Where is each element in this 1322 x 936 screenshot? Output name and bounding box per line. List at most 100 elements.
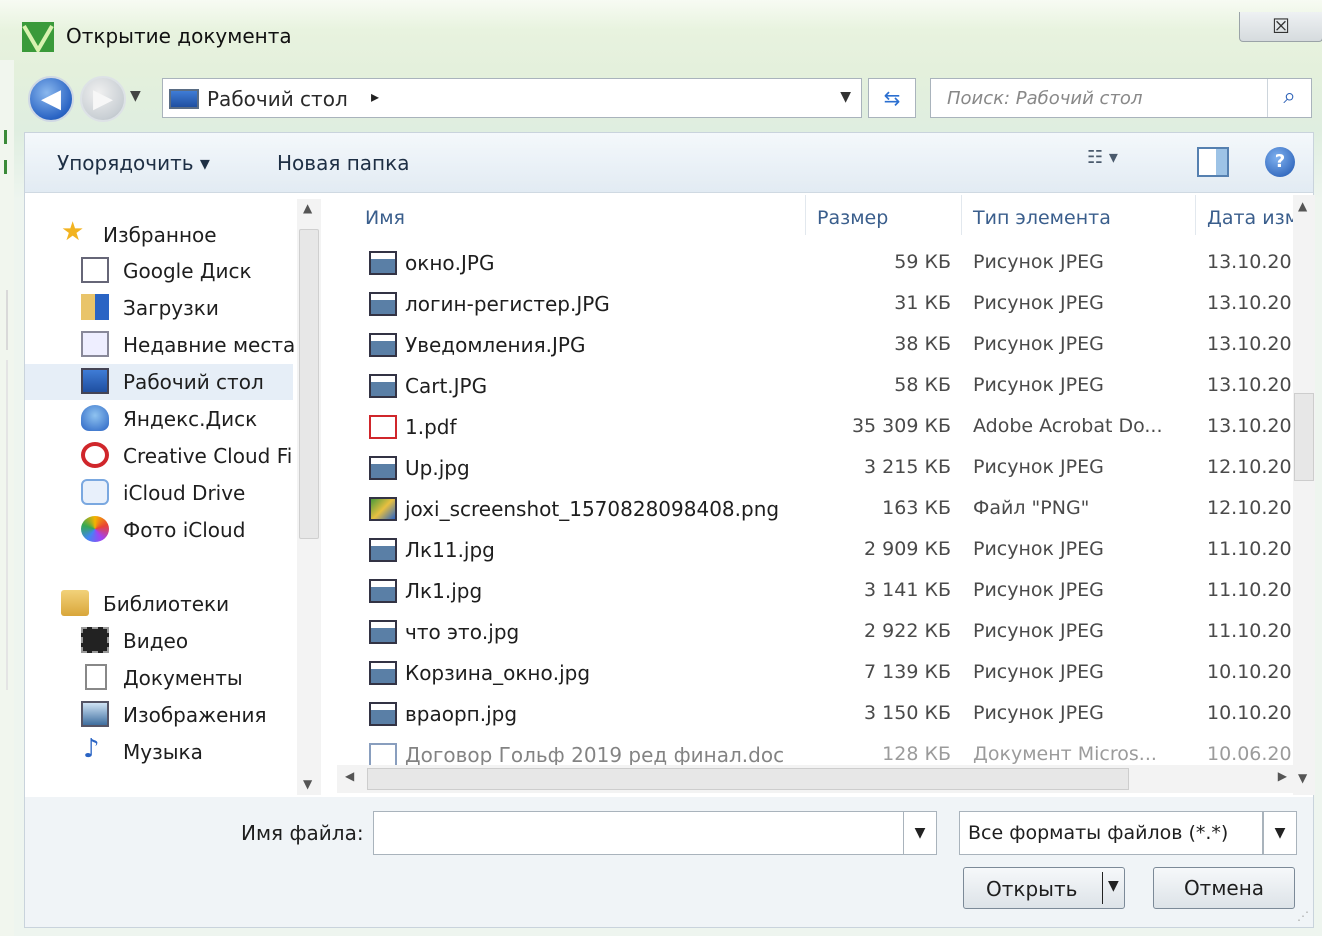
help-icon[interactable]: ? <box>1265 147 1295 177</box>
sidebar-item-downloads[interactable]: Загрузки <box>25 290 293 326</box>
file-size: 35 309 КБ <box>851 415 951 437</box>
sidebar-item-label: Видео <box>123 629 189 653</box>
documents-icon <box>85 664 107 690</box>
refresh-icon: ⇆ <box>883 86 901 110</box>
sidebar-item-google-drive[interactable]: Google Диск <box>25 253 293 289</box>
search-box[interactable]: Поиск: Рабочий стол ⌕ <box>930 78 1312 118</box>
new-folder-button[interactable]: Новая папка <box>277 151 409 175</box>
sidebar-item-documents[interactable]: Документы <box>25 660 293 696</box>
file-row[interactable]: что это.jpg 2 922 КБ Рисунок JPEG 11.10.20 <box>357 612 1313 653</box>
column-divider[interactable] <box>805 195 806 235</box>
file-row[interactable]: Уведомления.JPG 38 КБ Рисунок JPEG 13.10.20 <box>357 325 1313 366</box>
sidebar-item-label: Библиотеки <box>103 592 230 616</box>
scroll-right-icon[interactable]: ▶ <box>1278 769 1287 783</box>
refresh-button[interactable]: ⇆ <box>868 78 916 118</box>
open-options-chevron-icon[interactable]: ▼ <box>1108 878 1119 894</box>
file-name: Cart.JPG <box>405 374 488 398</box>
scrollbar-thumb[interactable] <box>367 768 1129 790</box>
file-row[interactable]: враорп.jpg 3 150 КБ Рисунок JPEG 10.10.20 <box>357 694 1313 735</box>
sidebar-item-label: Загрузки <box>123 296 219 320</box>
file-type: Рисунок JPEG <box>973 620 1104 642</box>
scroll-down-icon[interactable]: ▼ <box>1298 771 1307 785</box>
file-row[interactable]: окно.JPG 59 КБ Рисунок JPEG 13.10.20 <box>357 243 1313 284</box>
search-icon[interactable]: ⌕ <box>1267 79 1311 117</box>
address-history-dropdown[interactable]: ▼ <box>840 89 851 105</box>
sidebar-libraries[interactable]: Библиотеки <box>25 586 293 622</box>
sidebar-item-creative-cloud[interactable]: Creative Cloud Fi <box>25 438 293 474</box>
breadcrumb-chevron[interactable]: ▸ <box>371 87 379 106</box>
sidebar-item-video[interactable]: Видео <box>25 623 293 659</box>
scroll-up-icon[interactable]: ▲ <box>303 201 312 215</box>
sidebar-item-music[interactable]: ♪ Музыка <box>25 734 293 770</box>
sidebar-favorites[interactable]: ★ Избранное <box>25 217 293 253</box>
file-name: joxi_screenshot_1570828098408.png <box>405 497 780 521</box>
column-name[interactable]: Имя <box>365 207 405 229</box>
sidebar-item-pictures[interactable]: Изображения <box>25 697 293 733</box>
open-button[interactable]: Открыть ▼ <box>963 867 1125 909</box>
file-row[interactable]: Лк1.jpg 3 141 КБ Рисунок JPEG 11.10.20 <box>357 571 1313 612</box>
doc-file-icon <box>369 743 397 767</box>
recent-locations-dropdown[interactable]: ▼ <box>130 88 141 104</box>
file-date: 13.10.20 <box>1207 251 1292 273</box>
file-type-dropdown-icon[interactable]: ▼ <box>1263 811 1297 855</box>
app-logo-icon <box>22 22 54 52</box>
video-icon <box>81 627 109 653</box>
forward-arrow-icon: ▶ <box>93 84 113 114</box>
scroll-down-icon[interactable]: ▼ <box>303 777 312 791</box>
column-divider[interactable] <box>1195 195 1196 235</box>
file-type-filter[interactable]: Все форматы файлов (*.*) <box>959 811 1263 855</box>
file-size: 128 КБ <box>882 743 951 765</box>
filename-history-dropdown[interactable]: ▼ <box>903 811 937 855</box>
file-type: Рисунок JPEG <box>973 661 1104 683</box>
scrollbar-thumb[interactable] <box>299 229 319 539</box>
resize-grip-icon[interactable]: ⋰ <box>1297 909 1309 923</box>
recent-places-icon <box>81 331 109 357</box>
back-arrow-icon: ◀ <box>41 84 61 114</box>
sidebar-item-desktop[interactable]: Рабочий стол <box>25 364 293 400</box>
organize-button[interactable]: Упорядочить ▾ <box>57 151 210 175</box>
sidebar-item-label: Изображения <box>123 703 267 727</box>
file-row[interactable]: joxi_screenshot_1570828098408.png 163 КБ Ф… <box>357 489 1313 530</box>
file-date: 13.10.20 <box>1207 333 1292 355</box>
command-bar: Упорядочить ▾ Новая папка ☷ ▾ ? <box>25 133 1313 193</box>
close-button[interactable]: ☒ <box>1239 12 1322 42</box>
sidebar-item-icloud-photos[interactable]: Фото iCloud <box>25 512 293 548</box>
preview-pane-icon[interactable] <box>1197 147 1229 177</box>
forward-button[interactable]: ▶ <box>80 76 126 122</box>
navigation-scrollbar[interactable]: ▲ ▼ <box>297 199 321 795</box>
column-type[interactable]: Тип элемента <box>973 207 1111 229</box>
file-row[interactable]: Лк11.jpg 2 909 КБ Рисунок JPEG 11.10.20 <box>357 530 1313 571</box>
scrollbar-thumb[interactable] <box>1294 393 1314 481</box>
change-view-button[interactable]: ☷ ▾ <box>1087 147 1157 179</box>
sidebar-item-label: Яндекс.Диск <box>123 407 258 431</box>
edge-mark <box>4 160 7 174</box>
jpg-file-icon <box>369 456 397 480</box>
file-list-vertical-scrollbar[interactable]: ▲ ▼ <box>1293 195 1315 795</box>
sidebar-item-recent-places[interactable]: Недавние места <box>25 327 295 363</box>
star-icon: ★ <box>61 217 85 247</box>
search-input[interactable]: Поиск: Рабочий стол <box>947 88 1142 109</box>
scroll-left-icon[interactable]: ◀ <box>345 769 354 783</box>
back-button[interactable]: ◀ <box>28 76 74 122</box>
filename-input[interactable] <box>373 811 905 855</box>
file-list-horizontal-scrollbar[interactable]: ◀ ▶ <box>337 765 1293 793</box>
sidebar-item-icloud-drive[interactable]: iCloud Drive <box>25 475 293 511</box>
file-date: 13.10.20 <box>1207 374 1292 396</box>
jpg-file-icon <box>369 251 397 275</box>
file-row[interactable]: Корзина_окно.jpg 7 139 КБ Рисунок JPEG 10.1… <box>357 653 1313 694</box>
file-row[interactable]: логин-регистер.JPG 31 КБ Рисунок JPEG 13.10… <box>357 284 1313 325</box>
file-type-filter-value: Все форматы файлов (*.*) <box>968 822 1229 844</box>
file-name: враорп.jpg <box>405 702 518 726</box>
file-row[interactable]: Cart.JPG 58 КБ Рисунок JPEG 13.10.20 <box>357 366 1313 407</box>
scroll-up-icon[interactable]: ▲ <box>1298 199 1307 213</box>
column-date[interactable]: Дата изм <box>1207 207 1299 229</box>
column-size[interactable]: Размер <box>817 207 888 229</box>
address-bar[interactable]: Рабочий стол ▸ ▼ <box>162 78 862 118</box>
file-row[interactable]: 1.pdf 35 309 КБ Adobe Acrobat Do... 13.10.2… <box>357 407 1313 448</box>
column-divider[interactable] <box>961 195 962 235</box>
file-row[interactable]: Up.jpg 3 215 КБ Рисунок JPEG 12.10.20 <box>357 448 1313 489</box>
cancel-button[interactable]: Отмена <box>1153 867 1295 909</box>
sidebar-item-yandex-disk[interactable]: Яндекс.Диск <box>25 401 293 437</box>
file-name: что это.jpg <box>405 620 520 644</box>
file-date: 13.10.20 <box>1207 292 1292 314</box>
